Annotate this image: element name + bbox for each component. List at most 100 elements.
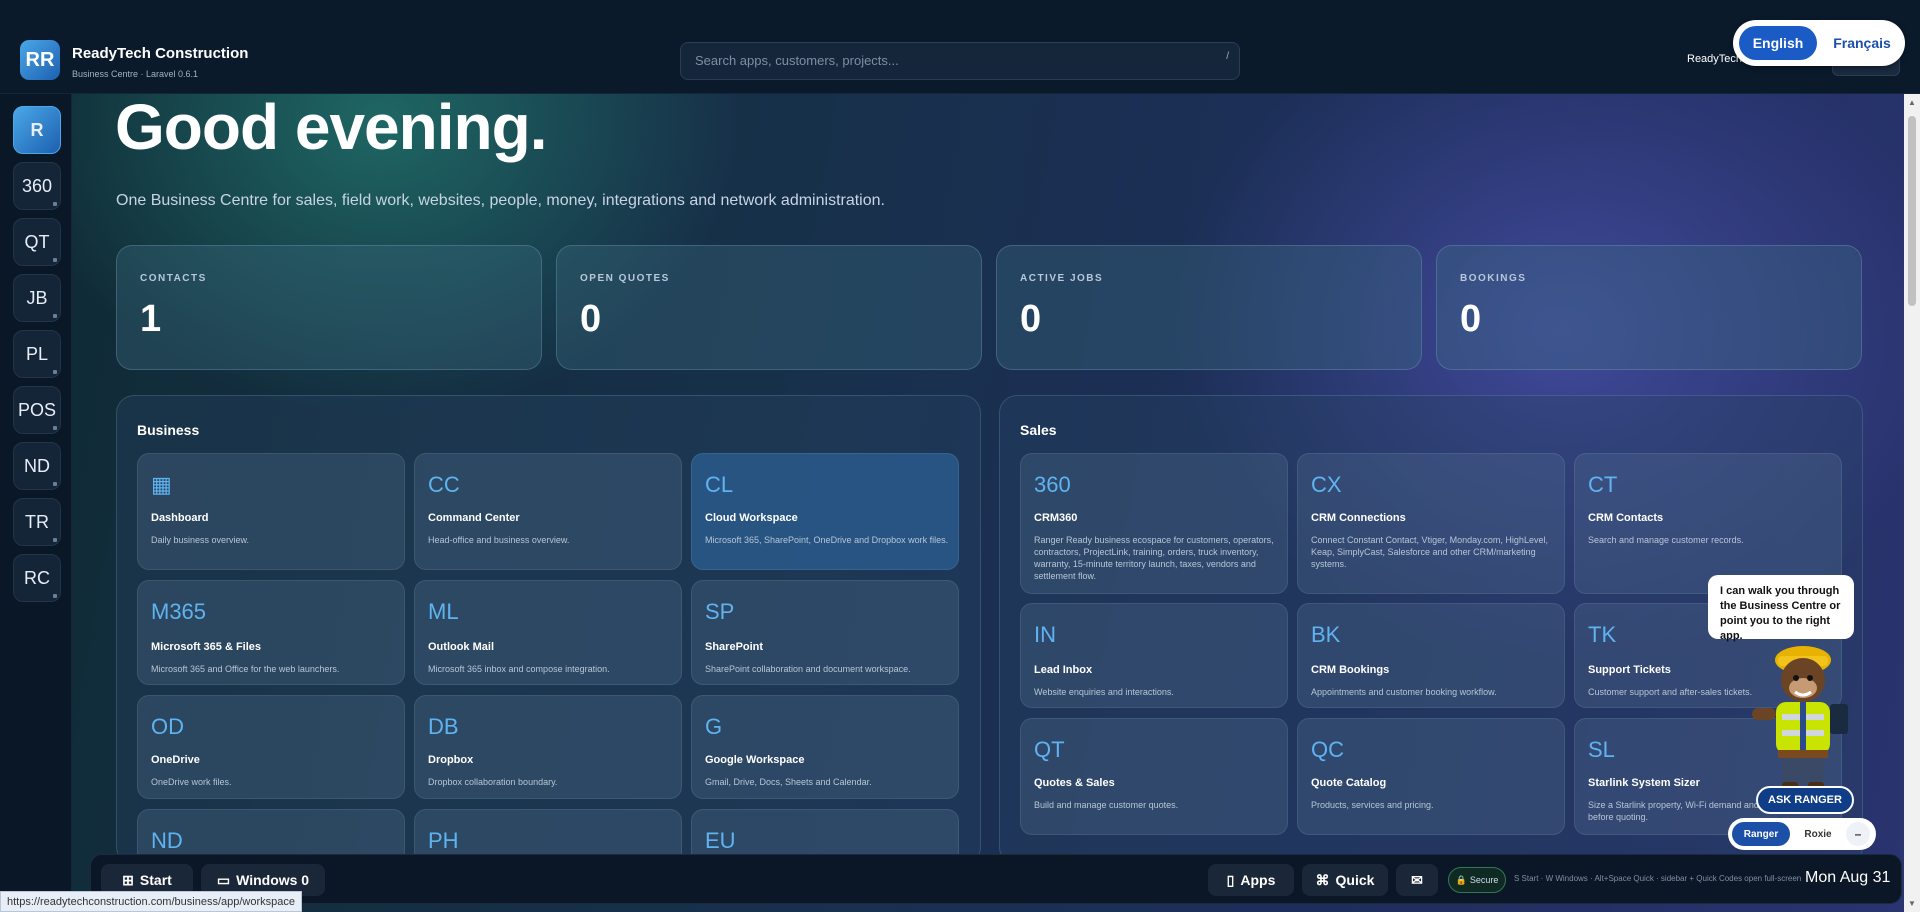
tile-name: CRM360 bbox=[1034, 512, 1078, 524]
sidebar-item-label: JB bbox=[26, 287, 48, 308]
persona-switcher: Ranger Roxie – bbox=[1728, 818, 1876, 850]
search-input[interactable]: Search apps, customers, projects... / bbox=[680, 42, 1240, 80]
page-scrollbar[interactable]: ▲ ▼ bbox=[1904, 94, 1920, 912]
tile-code: CC bbox=[428, 472, 460, 497]
scroll-up-icon[interactable]: ▲ bbox=[1908, 98, 1916, 107]
tile-code: PH bbox=[428, 828, 459, 853]
language-switcher: English Français bbox=[1733, 20, 1905, 66]
tile-description: Dropbox collaboration boundary. bbox=[428, 777, 558, 787]
window-icon: ▭ bbox=[216, 871, 231, 888]
stat-card-bookings[interactable]: BOOKINGS 0 bbox=[1436, 245, 1862, 370]
sidebar-item-rc[interactable]: RC bbox=[13, 554, 61, 602]
tile-name: Quote Catalog bbox=[1311, 777, 1387, 789]
tile-name: Quotes & Sales bbox=[1034, 777, 1115, 789]
app-tile-microsoft-365[interactable]: M365 Microsoft 365 & Files Microsoft 365… bbox=[137, 580, 405, 685]
app-tile-crm360[interactable]: 360 CRM360 Ranger Ready business ecospac… bbox=[1020, 453, 1288, 594]
ask-ranger-button[interactable]: ASK RANGER bbox=[1756, 786, 1854, 814]
app-tile-lead-inbox[interactable]: IN Lead Inbox Website enquiries and inte… bbox=[1020, 603, 1288, 708]
tile-code: ML bbox=[428, 599, 459, 624]
keyboard-hint: S Start · W Windows · Alt+Space Quick · … bbox=[1514, 874, 1802, 883]
language-french-button[interactable]: Français bbox=[1825, 26, 1899, 60]
assistant-minimize-button[interactable]: – bbox=[1846, 822, 1870, 846]
app-tile-outlook-mail[interactable]: ML Outlook Mail Microsoft 365 inbox and … bbox=[414, 580, 682, 685]
corner-icon bbox=[53, 202, 57, 206]
tile-description: Daily business overview. bbox=[151, 535, 250, 545]
app-tile-sharepoint[interactable]: SP SharePoint SharePoint collaboration a… bbox=[691, 580, 959, 685]
scroll-thumb[interactable] bbox=[1908, 116, 1916, 306]
command-icon: ⌘ bbox=[1315, 871, 1330, 888]
tile-description: Connect Constant Contact, Vtiger, Monday… bbox=[1311, 535, 1548, 569]
app-tile-cloud-workspace[interactable]: CL Cloud Workspace Microsoft 365, ShareP… bbox=[691, 453, 959, 570]
tile-code: 360 bbox=[1034, 472, 1071, 497]
sidebar-item-home[interactable]: R bbox=[13, 106, 61, 154]
secure-label: Secure bbox=[1469, 875, 1499, 885]
tile-name: Outlook Mail bbox=[428, 641, 494, 653]
app-tile-onedrive[interactable]: OD OneDrive OneDrive work files. bbox=[137, 695, 405, 799]
start-label: Start bbox=[139, 872, 172, 888]
tile-code: SL bbox=[1588, 737, 1615, 762]
search-shortcut: / bbox=[1226, 51, 1229, 62]
app-tile-quotes-sales[interactable]: QT Quotes & Sales Build and manage custo… bbox=[1020, 718, 1288, 835]
stat-value: 1 bbox=[140, 298, 162, 340]
ranger-mascot-icon[interactable] bbox=[1738, 630, 1868, 800]
stat-card-active-jobs[interactable]: ACTIVE JOBS 0 bbox=[996, 245, 1422, 370]
sidebar-item-label: POS bbox=[17, 399, 56, 420]
tile-name: OneDrive bbox=[151, 754, 200, 766]
app-tile-command-center[interactable]: CC Command Center Head-office and busine… bbox=[414, 453, 682, 570]
stat-label: BOOKINGS bbox=[1460, 273, 1527, 284]
apps-icon: ▯ bbox=[1226, 871, 1235, 888]
tile-name: Support Tickets bbox=[1588, 664, 1671, 676]
mail-icon: ✉ bbox=[1411, 871, 1423, 888]
windows-label: Windows 0 bbox=[236, 872, 310, 888]
sidebar-item-crm360[interactable]: 360 bbox=[13, 162, 61, 210]
brand-logo[interactable]: RR bbox=[20, 40, 60, 80]
app-tile-crm-connections[interactable]: CX CRM Connections Connect Constant Cont… bbox=[1297, 453, 1565, 594]
mail-button[interactable]: ✉ bbox=[1396, 864, 1438, 896]
persona-roxie-button[interactable]: Roxie bbox=[1796, 822, 1840, 846]
tile-code: IN bbox=[1034, 622, 1056, 647]
search-placeholder: Search apps, customers, projects... bbox=[695, 53, 899, 68]
brand-name: ReadyTech Construction bbox=[72, 45, 249, 62]
tile-name: Cloud Workspace bbox=[705, 512, 798, 524]
sidebar-item-nd[interactable]: ND bbox=[13, 442, 61, 490]
tile-description: SharePoint collaboration and document wo… bbox=[705, 664, 911, 674]
stat-value: 0 bbox=[1460, 298, 1482, 340]
status-url: https://readytechconstruction.com/busine… bbox=[0, 891, 302, 912]
apps-button[interactable]: ▯ Apps bbox=[1208, 864, 1294, 896]
taskbar-date[interactable]: Mon Aug 31 bbox=[1805, 869, 1890, 887]
sidebar-item-tr[interactable]: TR bbox=[13, 498, 61, 546]
tile-description: Microsoft 365 inbox and compose integrat… bbox=[428, 664, 610, 674]
sidebar-item-jobs[interactable]: JB bbox=[13, 274, 61, 322]
language-english-button[interactable]: English bbox=[1739, 26, 1817, 60]
top-bar: RR ReadyTech Construction Business Centr… bbox=[0, 0, 1920, 94]
corner-icon bbox=[53, 314, 57, 318]
app-tile-crm-bookings[interactable]: BK CRM Bookings Appointments and custome… bbox=[1297, 603, 1565, 708]
tile-description: Ranger Ready business ecospace for custo… bbox=[1034, 535, 1274, 581]
sidebar-item-label: 360 bbox=[21, 175, 53, 196]
tile-name: Dashboard bbox=[151, 512, 209, 524]
app-tile-quote-catalog[interactable]: QC Quote Catalog Products, services and … bbox=[1297, 718, 1565, 835]
app-tile-dropbox[interactable]: DB Dropbox Dropbox collaboration boundar… bbox=[414, 695, 682, 799]
sidebar-item-label: TR bbox=[25, 511, 49, 532]
app-tile-crm-contacts[interactable]: CT CRM Contacts Search and manage custom… bbox=[1574, 453, 1842, 594]
sidebar-item-label: ND bbox=[24, 455, 50, 476]
sidebar-item-pl[interactable]: PL bbox=[13, 330, 61, 378]
sidebar-item-quotes[interactable]: QT bbox=[13, 218, 61, 266]
panel-title: Sales bbox=[1020, 422, 1057, 438]
secure-badge: 🔒 Secure bbox=[1448, 867, 1506, 893]
scroll-down-icon[interactable]: ▼ bbox=[1908, 899, 1916, 908]
tile-name: Dropbox bbox=[428, 754, 474, 766]
app-tile-dashboard[interactable]: ▦ Dashboard Daily business overview. bbox=[137, 453, 405, 570]
tile-name: CRM Bookings bbox=[1311, 664, 1390, 676]
sidebar-item-label: R bbox=[30, 119, 44, 140]
persona-ranger-button[interactable]: Ranger bbox=[1732, 822, 1790, 846]
sidebar-item-pos[interactable]: POS bbox=[13, 386, 61, 434]
tile-code: SP bbox=[705, 599, 735, 624]
business-panel: Business ▦ Dashboard Daily business over… bbox=[116, 395, 981, 865]
quick-button[interactable]: ⌘ Quick bbox=[1302, 864, 1388, 896]
tile-name: CRM Contacts bbox=[1588, 512, 1664, 524]
stat-card-open-quotes[interactable]: OPEN QUOTES 0 bbox=[556, 245, 982, 370]
app-tile-google-workspace[interactable]: G Google Workspace Gmail, Drive, Docs, S… bbox=[691, 695, 959, 799]
corner-icon bbox=[53, 258, 57, 262]
stat-card-contacts[interactable]: CONTACTS 1 bbox=[116, 245, 542, 370]
